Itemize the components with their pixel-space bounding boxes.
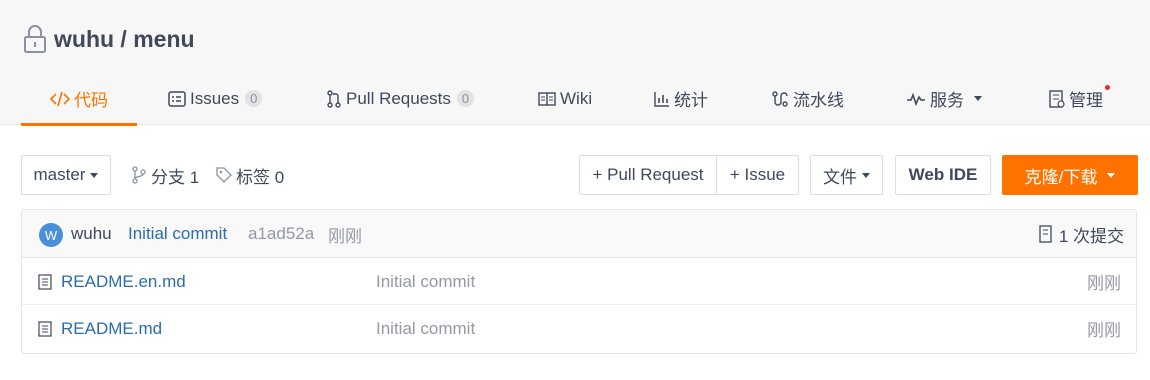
tab-code[interactable]: 代码 bbox=[21, 72, 137, 126]
tab-label: 统计 bbox=[674, 91, 708, 110]
branch-icon bbox=[132, 166, 146, 184]
commit-hash[interactable]: a1ad52a bbox=[248, 210, 314, 258]
repo-toolbar: master 分支 1 标签 0 + Pull Request + Issue … bbox=[0, 155, 1150, 195]
wiki-icon bbox=[538, 91, 556, 106]
latest-commit-bar: W wuhu Initial commit a1ad52a 刚刚 1 次提交 bbox=[22, 210, 1136, 258]
files-dropdown-button[interactable]: 文件 bbox=[810, 155, 883, 195]
file-icon bbox=[38, 320, 52, 337]
stats-icon bbox=[654, 91, 669, 107]
lock-icon bbox=[24, 25, 46, 53]
tab-issues[interactable]: Issues 0 bbox=[168, 72, 263, 125]
chevron-down-icon bbox=[974, 96, 982, 101]
avatar[interactable]: W bbox=[39, 223, 63, 247]
button-label: 克隆/下载 bbox=[1024, 167, 1098, 187]
repo-title: wuhu / menu bbox=[22, 24, 195, 54]
tab-label: 管理 bbox=[1069, 91, 1103, 110]
pipeline-icon bbox=[772, 90, 788, 107]
chevron-down-icon bbox=[862, 172, 870, 178]
table-row: README.md Initial commit 刚刚 bbox=[22, 305, 1136, 352]
file-name-cell[interactable]: README.md bbox=[38, 305, 162, 352]
button-label: + Issue bbox=[729, 165, 786, 184]
table-row: README.en.md Initial commit 刚刚 bbox=[22, 258, 1136, 305]
clone-download-button[interactable]: 克隆/下载 bbox=[1002, 155, 1138, 195]
manage-icon bbox=[1049, 89, 1065, 108]
commits-icon bbox=[1039, 225, 1052, 243]
tab-pipeline[interactable]: 流水线 bbox=[771, 72, 844, 125]
issues-icon bbox=[168, 90, 186, 107]
file-icon bbox=[38, 273, 52, 290]
issues-count-badge: 0 bbox=[245, 90, 263, 107]
new-issue-button[interactable]: + Issue bbox=[716, 155, 799, 195]
tab-manage[interactable]: 管理 bbox=[1049, 72, 1110, 125]
pull-requests-count-badge: 0 bbox=[456, 90, 475, 107]
new-pull-request-button[interactable]: + Pull Request bbox=[579, 155, 717, 195]
file-commit-time: 刚刚 bbox=[1087, 321, 1121, 340]
tag-icon bbox=[216, 167, 232, 183]
button-label: + Pull Request bbox=[592, 165, 704, 184]
chevron-down-icon bbox=[90, 172, 99, 178]
tags-link[interactable]: 标签 0 bbox=[216, 155, 284, 195]
file-list: W wuhu Initial commit a1ad52a 刚刚 1 次提交 R… bbox=[21, 209, 1137, 354]
tab-label: 服务 bbox=[930, 91, 964, 110]
notification-dot bbox=[1105, 85, 1110, 90]
tab-label: 代码 bbox=[74, 91, 108, 110]
branch-select[interactable]: master bbox=[21, 155, 111, 195]
file-name[interactable]: README.en.md bbox=[61, 272, 186, 292]
repo-tabs: 代码 Issues 0 Pull Requests 0 Wiki 统计 流水线 … bbox=[0, 72, 1150, 126]
file-name[interactable]: README.md bbox=[61, 319, 162, 339]
commit-count-link[interactable]: 1 次提交 bbox=[1038, 210, 1124, 258]
repo-name[interactable]: wuhu / menu bbox=[54, 26, 195, 53]
commit-message[interactable]: Initial commit bbox=[128, 210, 227, 258]
tab-label: 流水线 bbox=[793, 91, 844, 110]
commit-author[interactable]: wuhu bbox=[71, 210, 112, 258]
pull-request-icon bbox=[327, 89, 341, 108]
web-ide-button[interactable]: Web IDE bbox=[895, 155, 991, 195]
branches-link[interactable]: 分支 1 bbox=[131, 155, 199, 195]
tags-count: 标签 0 bbox=[236, 167, 285, 187]
button-label: Web IDE bbox=[908, 165, 978, 184]
tab-stats[interactable]: 统计 bbox=[654, 72, 708, 125]
service-icon bbox=[907, 92, 925, 106]
code-icon bbox=[50, 91, 70, 106]
tab-label: Issues bbox=[190, 88, 240, 108]
branch-name: master bbox=[33, 165, 86, 184]
file-commit-time: 刚刚 bbox=[1087, 274, 1121, 293]
button-label: 文件 bbox=[823, 167, 857, 187]
tab-services[interactable]: 服务 bbox=[906, 72, 982, 125]
active-tab-indicator bbox=[21, 123, 137, 126]
tab-label: Pull Requests bbox=[346, 88, 451, 108]
repo-header: wuhu / menu 代码 Issues 0 Pull Requests 0 … bbox=[0, 0, 1150, 126]
commit-time: 刚刚 bbox=[328, 226, 362, 246]
file-commit-message[interactable]: Initial commit bbox=[376, 258, 475, 305]
file-name-cell[interactable]: README.en.md bbox=[38, 258, 186, 305]
tab-pull-requests[interactable]: Pull Requests 0 bbox=[326, 72, 475, 125]
tab-wiki[interactable]: Wiki bbox=[538, 72, 592, 125]
branches-count: 分支 1 bbox=[151, 167, 200, 187]
commit-count: 1 次提交 bbox=[1058, 226, 1124, 246]
tab-label: Wiki bbox=[560, 88, 593, 108]
chevron-down-icon bbox=[1107, 172, 1116, 178]
file-commit-message[interactable]: Initial commit bbox=[376, 305, 475, 352]
